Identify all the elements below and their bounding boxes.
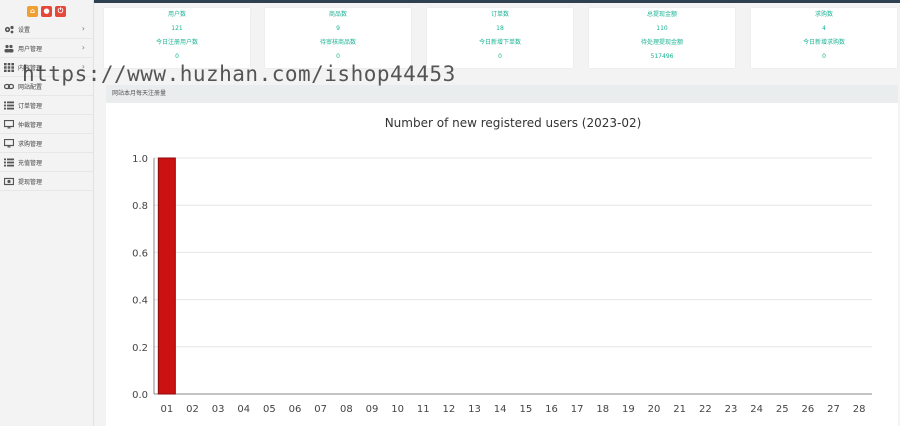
users-icon [4, 44, 14, 53]
x-tick-label: 10 [391, 404, 404, 415]
sidebar-item[interactable]: 提现管理 [0, 172, 93, 191]
bar [157, 157, 176, 395]
sidebar-item[interactable]: 订单管理 [0, 96, 93, 115]
x-tick-label: 23 [725, 404, 738, 415]
x-tick-label: 04 [237, 404, 250, 415]
y-tick-label: 0.0 [132, 390, 148, 401]
x-tick-label: 25 [776, 404, 789, 415]
stat-sub-label: 今日新增下单数 [478, 39, 521, 46]
power-icon[interactable]: ⏻ [55, 6, 66, 17]
link-icon [4, 82, 14, 91]
stat-sub-label: 今日新增求购数 [802, 39, 845, 46]
sidebar-item-label: 用户管理 [18, 45, 43, 53]
stat-sub-value: 0 [822, 53, 826, 60]
stat-sub-value: 517496 [650, 53, 674, 60]
stat-card: 求购数 4 今日新增求购数 0 [751, 8, 897, 68]
x-tick-label: 16 [545, 404, 558, 415]
sidebar-item-label: 仲裁管理 [18, 121, 43, 129]
y-tick-label: 0.4 [132, 296, 148, 307]
x-tick-label: 17 [571, 404, 584, 415]
chart-panel: 网站本月每天注册量 Number of new registered users… [106, 85, 898, 426]
x-tick-label: 02 [186, 404, 199, 415]
stat-card: 商品数 9 待审核商品数 0 [265, 8, 411, 68]
stat-value: 4 [822, 25, 826, 32]
watermark-text: https://www.huzhan.com/ishop44453 [22, 62, 456, 86]
x-tick-label: 11 [417, 404, 430, 415]
y-tick-label: 0.6 [132, 248, 148, 259]
x-tick-label: 07 [314, 404, 327, 415]
y-tick-label: 0.8 [132, 201, 148, 212]
money-icon [4, 177, 14, 186]
x-tick-label: 24 [750, 404, 763, 415]
y-tick-label: 0.2 [132, 343, 148, 354]
x-tick-label: 18 [596, 404, 609, 415]
stat-value: 9 [336, 25, 340, 32]
sidebar-item[interactable]: 用户管理 › [0, 39, 93, 58]
gears-icon [4, 25, 14, 34]
sidebar-item-label: 充值管理 [18, 159, 43, 167]
monitor-icon [4, 138, 14, 148]
x-tick-label: 13 [468, 404, 481, 415]
x-tick-label: 05 [263, 404, 276, 415]
user-icon[interactable]: ● [41, 6, 52, 17]
sidebar-toolbar: ⌂ ● ⏻ [0, 0, 93, 20]
stat-label: 商品数 [328, 11, 347, 18]
sidebar-item[interactable]: 求购管理 [0, 134, 93, 153]
grid-icon [4, 62, 14, 72]
stat-value: 121 [171, 25, 183, 32]
sidebar-item[interactable]: 设置 › [0, 20, 93, 39]
chevron-right-icon: › [81, 24, 85, 33]
stat-value: 110 [656, 25, 668, 32]
x-tick-label: 06 [289, 404, 302, 415]
x-tick-label: 01 [160, 404, 173, 415]
stat-label: 订单数 [490, 11, 509, 18]
stat-value: 18 [496, 25, 504, 32]
sidebar-item[interactable]: 充值管理 [0, 153, 93, 172]
list-icon [4, 158, 14, 167]
stat-sub-label: 待处理提现金额 [640, 39, 683, 46]
x-tick-label: 26 [802, 404, 815, 415]
x-tick-label: 27 [827, 404, 840, 415]
bar-chart: Number of new registered users (2023-02)… [132, 116, 872, 415]
sidebar-item-label: 订单管理 [18, 102, 43, 110]
stat-sub-label: 待审核商品数 [319, 39, 356, 46]
stat-card: 订单数 18 今日新增下单数 0 [427, 8, 573, 68]
stat-label: 求购数 [814, 11, 833, 18]
chart-title: Number of new registered users (2023-02) [385, 116, 642, 130]
sidebar-item-label: 提现管理 [18, 178, 43, 186]
x-tick-label: 28 [853, 404, 866, 415]
stat-card: 用户数 121 今日注册用户数 0 [104, 8, 250, 68]
stat-card: 总提现金额 110 待处理提现金额 517496 [589, 8, 735, 68]
sidebar-menu: 设置 › 用户管理 › 内容管理 › 网站配置 订单管理 仲裁管理 求购管理 充值管理 提现管理 [0, 20, 93, 191]
x-tick-label: 03 [212, 404, 225, 415]
x-tick-label: 15 [519, 404, 532, 415]
x-tick-label: 19 [622, 404, 635, 415]
x-tick-label: 09 [366, 404, 379, 415]
sidebar-item-label: 求购管理 [18, 140, 43, 148]
monitor-icon [4, 119, 14, 129]
x-tick-label: 22 [699, 404, 712, 415]
x-tick-label: 21 [673, 404, 686, 415]
x-tick-label: 08 [340, 404, 353, 415]
chevron-right-icon: › [81, 43, 85, 52]
x-tick-label: 20 [648, 404, 661, 415]
panel-title: 网站本月每天注册量 [106, 85, 898, 103]
sidebar-item[interactable]: 仲裁管理 [0, 115, 93, 134]
list-icon [4, 101, 14, 110]
x-tick-label: 14 [494, 404, 507, 415]
x-tick-label: 12 [443, 404, 456, 415]
home-icon[interactable]: ⌂ [27, 6, 38, 17]
stat-label: 总提现金额 [646, 11, 677, 18]
stat-sub-label: 今日注册用户数 [155, 39, 198, 46]
y-tick-label: 1.0 [132, 154, 148, 165]
sidebar-item-label: 设置 [18, 26, 31, 34]
stat-label: 用户数 [167, 11, 186, 18]
stats-row: 用户数 121 今日注册用户数 0 商品数 9 待审核商品数 0 订单数 18 今日新增下单数 0 总提… [104, 8, 897, 68]
